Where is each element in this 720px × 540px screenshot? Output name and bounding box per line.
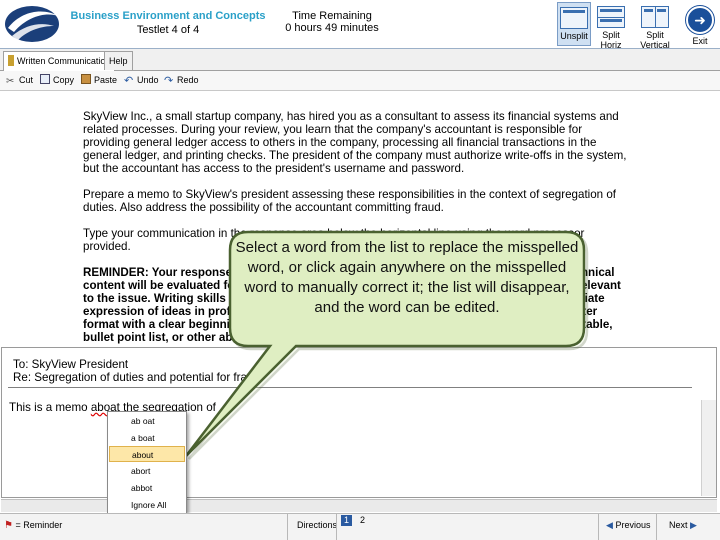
editor-vertical-scrollbar[interactable] bbox=[701, 400, 716, 496]
split-horiz-label: Split Horiz bbox=[600, 30, 622, 50]
footer-bar: ⚑ = Reminder Directions 1 2 ◀ Previous N… bbox=[0, 513, 720, 540]
suggestion-abort[interactable]: abort bbox=[109, 463, 185, 479]
footer-divider bbox=[598, 514, 599, 540]
tab-bar: Written Communication Help bbox=[0, 49, 720, 71]
memo-re-line[interactable]: Re: Segregation of duties and potential … bbox=[13, 371, 260, 384]
cut-label: Cut bbox=[19, 75, 34, 85]
paste-label: Paste bbox=[94, 75, 118, 85]
unsplit-icon bbox=[560, 7, 588, 29]
next-button[interactable]: Next ▶ bbox=[669, 520, 697, 531]
editor-toolbar: ✂ Cut Copy Paste ↶ Undo ↷ Redo bbox=[0, 71, 720, 91]
page-2-button[interactable]: 2 bbox=[360, 515, 365, 525]
footer-divider bbox=[336, 514, 337, 540]
flag-icon: ⚑ bbox=[4, 520, 13, 531]
suggestion-a-boat[interactable]: a boat bbox=[109, 430, 185, 446]
spelling-suggestions-menu: ab oat a boat about abort abbot Ignore A… bbox=[107, 411, 187, 515]
unsplit-button[interactable]: Unsplit bbox=[557, 2, 591, 46]
split-vertical-button[interactable]: Split Vertical bbox=[632, 2, 678, 50]
directions-button[interactable]: Directions bbox=[297, 520, 337, 530]
split-horiz-button[interactable]: Split Horiz bbox=[592, 2, 630, 50]
task-passage: SkyView Inc., a small startup company, h… bbox=[83, 110, 628, 357]
undo-icon: ↶ bbox=[124, 75, 134, 87]
ignore-all-option[interactable]: Ignore All bbox=[109, 497, 185, 513]
redo-button[interactable]: ↷ Redo bbox=[164, 73, 199, 88]
undo-button[interactable]: ↶ Undo bbox=[124, 73, 159, 88]
copy-icon bbox=[40, 74, 50, 84]
split-vertical-label: Split Vertical bbox=[640, 30, 670, 50]
copy-label: Copy bbox=[53, 75, 75, 85]
arrow-left-icon: ◀ bbox=[606, 520, 613, 530]
exit-arrow-icon: ➜ bbox=[686, 6, 714, 34]
suggestion-abbot[interactable]: abbot bbox=[109, 480, 185, 496]
footer-divider bbox=[287, 514, 288, 540]
pen-icon bbox=[8, 55, 14, 66]
passage-paragraph: SkyView Inc., a small startup company, h… bbox=[83, 110, 627, 175]
exit-button[interactable]: ➜ Exit bbox=[683, 2, 717, 46]
tab-help[interactable]: Help bbox=[104, 51, 133, 70]
testlet-indicator: Testlet 4 of 4 bbox=[136, 24, 200, 36]
footer-divider bbox=[656, 514, 657, 540]
previous-button[interactable]: ◀ Previous bbox=[606, 520, 650, 531]
split-vertical-icon bbox=[641, 6, 669, 28]
callout-text: Select a word from the list to replace t… bbox=[235, 239, 579, 316]
section-title: Business Environment and Concepts bbox=[70, 10, 266, 22]
header-bar: Business Environment and Concepts Testle… bbox=[0, 0, 720, 50]
copy-button[interactable]: Copy bbox=[40, 73, 74, 88]
redo-icon: ↷ bbox=[164, 75, 174, 87]
split-horiz-icon bbox=[597, 6, 625, 28]
tab-written-label: Written Communication bbox=[17, 56, 111, 66]
previous-label: Previous bbox=[615, 520, 651, 530]
tab-written-communication[interactable]: Written Communication bbox=[3, 51, 116, 71]
time-remaining-value: 0 hours 49 minutes bbox=[285, 22, 379, 34]
tab-help-label: Help bbox=[109, 56, 128, 66]
arrow-right-icon: ▶ bbox=[690, 520, 697, 530]
undo-label: Undo bbox=[137, 75, 159, 85]
paste-button[interactable]: Paste bbox=[81, 73, 117, 88]
passage-paragraph: Prepare a memo to SkyView's president as… bbox=[83, 188, 617, 214]
page-1-button[interactable]: 1 bbox=[341, 515, 352, 526]
memo-divider bbox=[8, 387, 692, 388]
memo-text-before: This is a memo bbox=[9, 401, 91, 414]
exit-label: Exit bbox=[692, 36, 708, 46]
time-remaining-label: Time Remaining bbox=[292, 10, 372, 22]
cpa-logo-icon bbox=[5, 6, 59, 42]
suggestion-ab-oat[interactable]: ab oat bbox=[109, 413, 185, 429]
unsplit-label: Unsplit bbox=[560, 31, 588, 41]
redo-label: Redo bbox=[177, 75, 199, 85]
suggestion-about[interactable]: about bbox=[109, 446, 185, 462]
memo-to-line[interactable]: To: SkyView President bbox=[13, 358, 128, 371]
clipboard-icon bbox=[81, 74, 91, 84]
cut-button[interactable]: ✂ Cut bbox=[6, 73, 33, 88]
reminder-legend: ⚑ = Reminder bbox=[4, 520, 62, 531]
scissors-icon: ✂ bbox=[6, 76, 15, 87]
reminder-legend-label: = Reminder bbox=[15, 520, 63, 530]
next-label: Next bbox=[669, 520, 688, 530]
